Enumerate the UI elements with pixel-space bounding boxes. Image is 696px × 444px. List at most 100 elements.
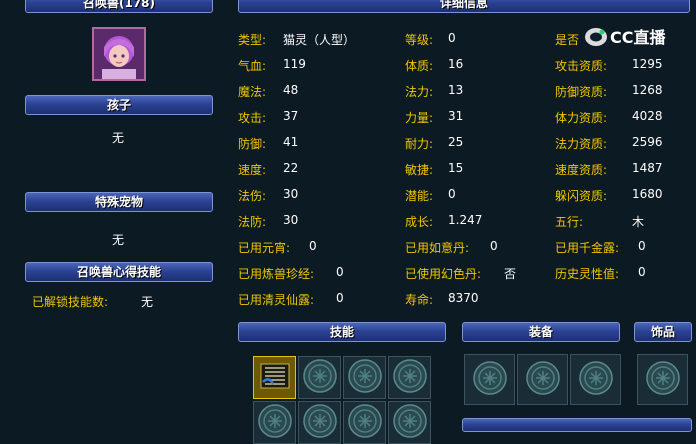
skill-slot[interactable] bbox=[298, 356, 341, 399]
stat-value: 木 bbox=[632, 215, 645, 229]
stat-value: 13 bbox=[448, 83, 464, 97]
skill-slot[interactable] bbox=[253, 401, 296, 444]
extra-stat-value: 0 bbox=[638, 239, 646, 253]
coin-slot-icon bbox=[392, 403, 428, 442]
extra-stat-value: 8370 bbox=[448, 291, 479, 305]
stat-value: 1268 bbox=[632, 83, 663, 97]
stat-label: 法伤: bbox=[238, 189, 267, 203]
stat-label: 成长: bbox=[405, 215, 434, 229]
stat-value: 2596 bbox=[632, 135, 663, 149]
skill-book-icon bbox=[257, 358, 293, 397]
stat-label: 是否 bbox=[555, 33, 580, 47]
unlocked-skills-value: 无 bbox=[141, 295, 154, 309]
stat-label: 五行: bbox=[555, 215, 584, 229]
child-header: 孩子 bbox=[25, 95, 213, 115]
stat-value: 48 bbox=[283, 83, 299, 97]
stat-label: 法力资质: bbox=[555, 137, 608, 151]
stat-value: 0 bbox=[448, 31, 456, 45]
child-value: 无 bbox=[112, 131, 125, 145]
coin-slot-icon bbox=[347, 403, 383, 442]
equip-slot[interactable] bbox=[570, 354, 621, 405]
stat-label: 体力资质: bbox=[555, 111, 608, 125]
equipment-header: 装备 bbox=[462, 322, 620, 342]
special-pet-value: 无 bbox=[112, 233, 125, 247]
stat-label: 速度: bbox=[238, 163, 267, 177]
extra-stat-value: 否 bbox=[504, 267, 517, 281]
stat-label: 类型: bbox=[238, 33, 267, 47]
coin-slot-icon bbox=[347, 358, 383, 397]
skill-slot[interactable] bbox=[388, 401, 431, 444]
stat-label: 防御资质: bbox=[555, 85, 608, 99]
skill-slot[interactable] bbox=[253, 356, 296, 399]
stat-label: 攻击资质: bbox=[555, 59, 608, 73]
stat-value: 41 bbox=[283, 135, 299, 149]
skills-header: 技能 bbox=[238, 322, 446, 342]
extra-stat-label: 已用如意丹: bbox=[405, 241, 470, 255]
stat-label: 气血: bbox=[238, 59, 267, 73]
extra-stat-value: 0 bbox=[490, 239, 498, 253]
pet-avatar[interactable] bbox=[92, 27, 146, 81]
stat-value: 4028 bbox=[632, 109, 663, 123]
stat-label: 耐力: bbox=[405, 137, 434, 151]
extra-stat-label: 寿命: bbox=[405, 293, 434, 307]
coin-slot-icon bbox=[472, 360, 508, 399]
extra-stat-label: 已用千金露: bbox=[555, 241, 620, 255]
stat-value: 1487 bbox=[632, 161, 663, 175]
stat-label: 躲闪资质: bbox=[555, 189, 608, 203]
extra-stat-value: 0 bbox=[309, 239, 317, 253]
stat-value: 31 bbox=[448, 109, 464, 123]
ornament-slot[interactable] bbox=[637, 354, 688, 405]
coin-slot-icon bbox=[525, 360, 561, 399]
ornament-header: 饰品 bbox=[634, 322, 692, 342]
equipment-grid bbox=[464, 354, 621, 405]
stat-label: 体质: bbox=[405, 59, 434, 73]
extra-stat-label: 历史灵性值: bbox=[555, 267, 620, 281]
stat-value: 30 bbox=[283, 213, 299, 227]
stat-value: 22 bbox=[283, 161, 299, 175]
stat-label: 法防: bbox=[238, 215, 267, 229]
stat-value: 16 bbox=[448, 57, 464, 71]
coin-slot-icon bbox=[302, 403, 338, 442]
skill-grid bbox=[253, 356, 431, 444]
coin-slot-icon bbox=[392, 358, 428, 397]
stat-value: 15 bbox=[448, 161, 464, 175]
stat-label: 力量: bbox=[405, 111, 434, 125]
coin-slot-icon bbox=[302, 358, 338, 397]
extra-stat-value: 0 bbox=[336, 265, 344, 279]
unlocked-skills-label: 已解锁技能数: bbox=[32, 295, 109, 309]
coin-slot-icon bbox=[645, 360, 681, 399]
stat-value: 0 bbox=[448, 187, 456, 201]
watermark-text: CC直播 bbox=[610, 28, 666, 47]
stat-label: 敏捷: bbox=[405, 163, 434, 177]
skill-slot[interactable] bbox=[298, 401, 341, 444]
stat-value: 25 bbox=[448, 135, 464, 149]
special-pet-header: 特殊宠物 bbox=[25, 192, 213, 212]
stat-label: 潜能: bbox=[405, 189, 434, 203]
extra-stat-label: 已用炼兽珍经: bbox=[238, 267, 315, 281]
equip-slot[interactable] bbox=[517, 354, 568, 405]
extra-stat-label: 已用清灵仙露: bbox=[238, 293, 315, 307]
extra-stat-label: 已使用幻色丹: bbox=[405, 267, 482, 281]
summon-skills-header: 召唤兽心得技能 bbox=[25, 262, 213, 282]
coin-slot-icon bbox=[578, 360, 614, 399]
stat-label: 魔法: bbox=[238, 85, 267, 99]
ornament-grid bbox=[637, 354, 688, 405]
stat-value: 1680 bbox=[632, 187, 663, 201]
equip-slot[interactable] bbox=[464, 354, 515, 405]
pet-portrait-icon bbox=[94, 29, 144, 79]
stat-label: 速度资质: bbox=[555, 163, 608, 177]
stat-value: 1295 bbox=[632, 57, 663, 71]
skill-slot[interactable] bbox=[343, 401, 386, 444]
details-header: 详细信息 bbox=[238, 0, 690, 13]
coin-slot-icon bbox=[257, 403, 293, 442]
stat-label: 防御: bbox=[238, 137, 267, 151]
skill-slot[interactable] bbox=[388, 356, 431, 399]
cc-live-logo: CC直播 bbox=[585, 28, 666, 47]
stat-value: 猫灵（人型） bbox=[283, 33, 356, 47]
stat-label: 法力: bbox=[405, 85, 434, 99]
skill-slot[interactable] bbox=[343, 356, 386, 399]
extra-stat-label: 已用元宵: bbox=[238, 241, 291, 255]
stat-value: 119 bbox=[283, 57, 306, 71]
stat-value: 1.247 bbox=[448, 213, 483, 227]
stat-label: 等级: bbox=[405, 33, 434, 47]
